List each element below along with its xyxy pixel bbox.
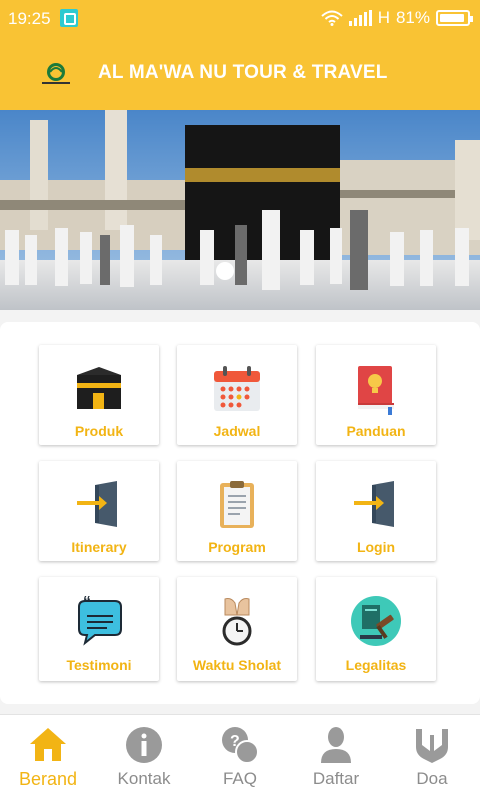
- login-door-icon: [354, 481, 394, 527]
- menu-item-waktu-sholat[interactable]: Waktu Sholat: [177, 577, 297, 681]
- status-time: 19:25: [8, 9, 51, 28]
- bottom-navigation: Berand Kontak ? FAQ Daftar Doa: [0, 714, 480, 800]
- info-icon: [126, 727, 162, 763]
- app-header: 19:25 H 81% AL MA'WA NU TOUR & TRAVEL: [0, 0, 480, 110]
- menu-item-produk[interactable]: Produk: [39, 345, 159, 445]
- menu-item-login[interactable]: Login: [316, 461, 436, 561]
- nav-label: Doa: [416, 769, 448, 788]
- guide-book-icon: [358, 366, 394, 415]
- menu-item-label: Legalitas: [345, 657, 407, 673]
- home-icon: [30, 728, 66, 761]
- app-title: AL MA'WA NU TOUR & TRAVEL: [98, 62, 388, 83]
- kaaba-icon: [77, 367, 121, 409]
- menu-item-legalitas[interactable]: Legalitas: [316, 577, 436, 681]
- status-bar: 19:25 H 81%: [0, 0, 480, 36]
- banner-carousel[interactable]: [0, 110, 480, 310]
- battery-percent: 81%: [395, 8, 430, 27]
- nav-doa[interactable]: Doa: [384, 715, 480, 800]
- battery-icon: [436, 10, 473, 26]
- nav-label: FAQ: [222, 769, 257, 788]
- menu-item-label: Panduan: [346, 423, 406, 439]
- nav-label: Daftar: [312, 769, 360, 788]
- svg-text:“: “: [83, 595, 91, 611]
- menu-item-label: Waktu Sholat: [192, 657, 282, 673]
- legal-gavel-icon: [351, 596, 401, 646]
- praying-hands-icon: [416, 729, 448, 763]
- faq-icon: ?: [222, 727, 259, 764]
- carousel-indicator-dot[interactable]: [216, 262, 234, 280]
- screenshot-icon: [60, 9, 78, 27]
- signal-icon: [348, 10, 372, 26]
- menu-item-testimoni[interactable]: “ Testimoni: [39, 577, 159, 681]
- nav-label: Kontak: [117, 769, 171, 788]
- menu-item-itinerary[interactable]: Itinerary: [39, 461, 159, 561]
- nav-daftar[interactable]: Daftar: [288, 715, 384, 800]
- menu-item-label: Program: [208, 539, 266, 555]
- menu-item-label: Jadwal: [213, 423, 261, 439]
- prayer-clock-icon: [222, 598, 252, 646]
- menu-item-panduan[interactable]: Panduan: [316, 345, 436, 445]
- svg-text:?: ?: [230, 733, 240, 750]
- menu-item-label: Itinerary: [71, 539, 127, 555]
- menu-item-label: Produk: [74, 423, 124, 439]
- nav-label: Berand: [18, 769, 78, 789]
- network-type: H: [377, 8, 390, 27]
- menu-item-jadwal[interactable]: Jadwal: [177, 345, 297, 445]
- kaaba-photo: [0, 110, 480, 310]
- menu-item-program[interactable]: Program: [177, 461, 297, 561]
- menu-item-label: Login: [356, 539, 396, 555]
- nav-faq[interactable]: ? FAQ: [192, 715, 288, 800]
- calendar-icon: [214, 366, 260, 411]
- wifi-icon: [321, 10, 343, 26]
- menu-grid: Produk Jadwal Panduan Itinerary Program …: [0, 322, 480, 704]
- clipboard-icon: [220, 481, 254, 528]
- quote-bubble-icon: “: [78, 595, 122, 646]
- door-enter-icon: [77, 481, 117, 527]
- person-icon: [321, 727, 351, 763]
- menu-item-label: Testimoni: [66, 657, 132, 673]
- nav-kontak[interactable]: Kontak: [96, 715, 192, 800]
- nu-logo-icon: [42, 63, 70, 84]
- nav-beranda[interactable]: Berand: [0, 715, 96, 800]
